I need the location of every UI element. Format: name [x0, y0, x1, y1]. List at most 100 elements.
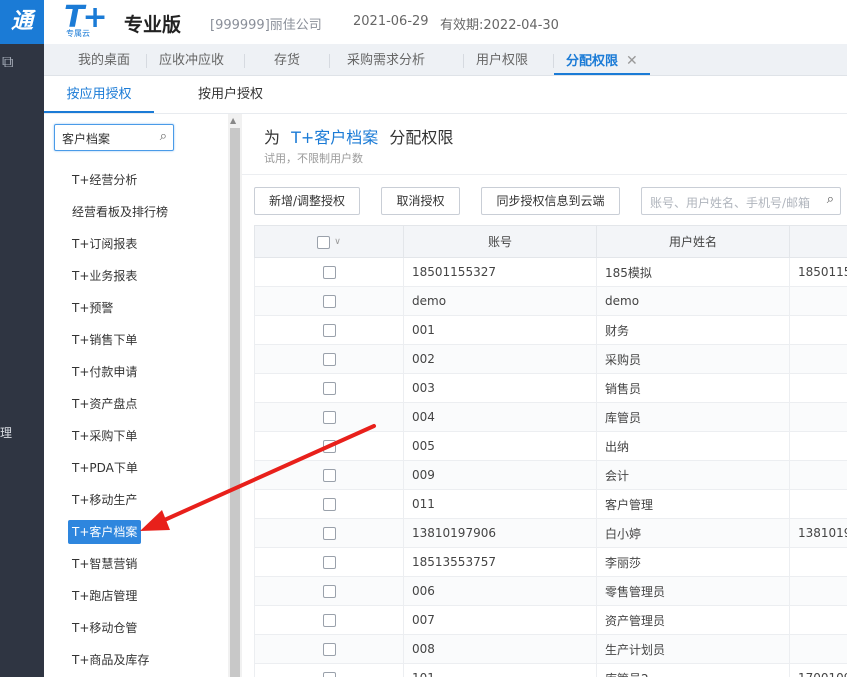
cell-phone	[789, 460, 847, 490]
row-checkbox[interactable]	[322, 527, 336, 540]
cell-phone: 1381019	[789, 518, 847, 548]
row-checkbox[interactable]	[322, 672, 336, 677]
table-row[interactable]: 002 采购员	[254, 344, 847, 374]
table-row[interactable]: 005 出纳	[254, 431, 847, 461]
tree-item[interactable]: T+经营分析	[68, 168, 141, 192]
row-checkbox[interactable]	[322, 440, 336, 453]
row-select-cell[interactable]	[254, 634, 404, 664]
row-select-cell[interactable]	[254, 460, 404, 490]
table-row[interactable]: 13810197906 白小婷 1381019	[254, 518, 847, 548]
table-row[interactable]: 008 生产计划员	[254, 634, 847, 664]
select-all-header[interactable]: ∨	[254, 225, 404, 258]
table-row[interactable]: 003 销售员	[254, 373, 847, 403]
scroll-thumb[interactable]	[230, 128, 240, 677]
license-note: 试用，不限制用户数	[264, 152, 363, 165]
row-select-cell[interactable]	[254, 257, 404, 287]
row-checkbox[interactable]	[322, 295, 336, 308]
rail-menu-text[interactable]: 理	[0, 424, 12, 441]
sync-to-cloud-button[interactable]: 同步授权信息到云端	[481, 187, 620, 215]
column-header-username[interactable]: 用户姓名	[596, 225, 790, 258]
cell-account: 009	[403, 460, 597, 490]
cell-account: 001	[403, 315, 597, 345]
cell-phone: 1700109	[789, 663, 847, 677]
row-select-cell[interactable]	[254, 402, 404, 432]
row-checkbox[interactable]	[322, 324, 336, 337]
row-select-cell[interactable]	[254, 344, 404, 374]
table-row[interactable]: demo demo	[254, 286, 847, 316]
table-row[interactable]: 101库管员21700109	[254, 663, 847, 677]
tree-scrollbar[interactable]: ▲	[228, 114, 242, 677]
row-checkbox[interactable]	[322, 585, 336, 598]
table-row[interactable]: 009 会计	[254, 460, 847, 490]
tab-receivable-offset[interactable]: 应收冲应收	[159, 44, 224, 75]
tree-item[interactable]: 经营看板及排行榜	[68, 200, 172, 224]
tree-item[interactable]: T+业务报表	[68, 264, 141, 288]
chevron-down-icon[interactable]: ∨	[334, 237, 341, 247]
row-select-cell[interactable]	[254, 576, 404, 606]
row-checkbox[interactable]	[322, 411, 336, 424]
cell-phone	[789, 489, 847, 519]
cell-account: 101	[403, 663, 597, 677]
row-checkbox[interactable]	[322, 469, 336, 482]
row-select-cell[interactable]	[254, 547, 404, 577]
tree-item[interactable]: T+商品及库存	[68, 648, 153, 672]
row-select-cell[interactable]	[254, 518, 404, 548]
table-row[interactable]: 007 资产管理员	[254, 605, 847, 635]
tab-assign-permissions[interactable]: 分配权限 ✕	[554, 44, 650, 75]
tree-item[interactable]: T+移动生产	[68, 488, 141, 512]
tree-item[interactable]: T+预警	[68, 296, 117, 320]
add-authorization-button[interactable]: 新增/调整授权	[254, 187, 360, 215]
table-row[interactable]: 004 库管员	[254, 402, 847, 432]
column-header-account[interactable]: 账号	[403, 225, 597, 258]
tree-item[interactable]: T+采购下单	[68, 424, 141, 448]
close-icon[interactable]: ✕	[626, 53, 638, 69]
row-checkbox[interactable]	[322, 382, 336, 395]
tree-item[interactable]: T+销售下单	[68, 328, 141, 352]
row-select-cell[interactable]	[254, 315, 404, 345]
table-row[interactable]: 18501155327 185模拟 1850115	[254, 257, 847, 287]
window-icon[interactable]: ⧉	[0, 48, 20, 76]
app-logo[interactable]: 通	[0, 0, 44, 44]
tree-item[interactable]: T+PDA下单	[68, 456, 142, 480]
cell-account: 006	[403, 576, 597, 606]
row-checkbox[interactable]	[322, 498, 336, 511]
row-checkbox[interactable]	[322, 556, 336, 569]
table-row[interactable]: 001 财务	[254, 315, 847, 345]
tree-item[interactable]: T+资产盘点	[68, 392, 141, 416]
scroll-up-icon[interactable]: ▲	[230, 116, 236, 125]
brand-logo: T+ 专属云	[64, 0, 108, 38]
table-row[interactable]: 18513553757 李丽莎	[254, 547, 847, 577]
subtab-by-app[interactable]: 按应用授权	[44, 76, 154, 113]
user-filter-input[interactable]: 账号、用户姓名、手机号/邮箱 ⌕	[641, 187, 841, 215]
tree-item[interactable]: T+付款申请	[68, 360, 141, 384]
tree-item-selected[interactable]: T+客户档案	[68, 520, 142, 544]
select-all-checkbox[interactable]	[317, 235, 331, 249]
app-search-input[interactable]: 客户档案 ⌕	[54, 124, 174, 151]
row-checkbox[interactable]	[322, 614, 336, 627]
tree-item[interactable]: T+订阅报表	[68, 232, 141, 256]
tab-purchase-analysis[interactable]: 采购需求分析	[347, 44, 425, 75]
cell-username: 资产管理员	[596, 605, 790, 635]
row-select-cell[interactable]	[254, 489, 404, 519]
row-select-cell[interactable]	[254, 605, 404, 635]
row-checkbox[interactable]	[322, 266, 336, 279]
tree-item[interactable]: T+移动仓管	[68, 616, 141, 640]
table-row[interactable]: 006 零售管理员	[254, 576, 847, 606]
row-checkbox[interactable]	[322, 643, 336, 656]
row-select-cell[interactable]	[254, 663, 404, 677]
tab-my-desktop[interactable]: 我的桌面	[78, 44, 130, 75]
tab-inventory[interactable]: 存货	[274, 44, 300, 75]
table-row[interactable]: 011 客户管理	[254, 489, 847, 519]
search-icon[interactable]: ⌕	[160, 129, 167, 144]
row-select-cell[interactable]	[254, 286, 404, 316]
tab-user-permissions[interactable]: 用户权限	[476, 44, 528, 75]
cancel-authorization-button[interactable]: 取消授权	[381, 187, 460, 215]
row-checkbox[interactable]	[322, 353, 336, 366]
search-icon[interactable]: ⌕	[827, 192, 834, 207]
subtab-by-user[interactable]: 按用户授权	[198, 76, 263, 113]
row-select-cell[interactable]	[254, 431, 404, 461]
row-select-cell[interactable]	[254, 373, 404, 403]
tree-item[interactable]: T+跑店管理	[68, 584, 141, 608]
tree-item[interactable]: T+智慧营销	[68, 552, 141, 576]
title-prefix: 为	[264, 128, 281, 147]
